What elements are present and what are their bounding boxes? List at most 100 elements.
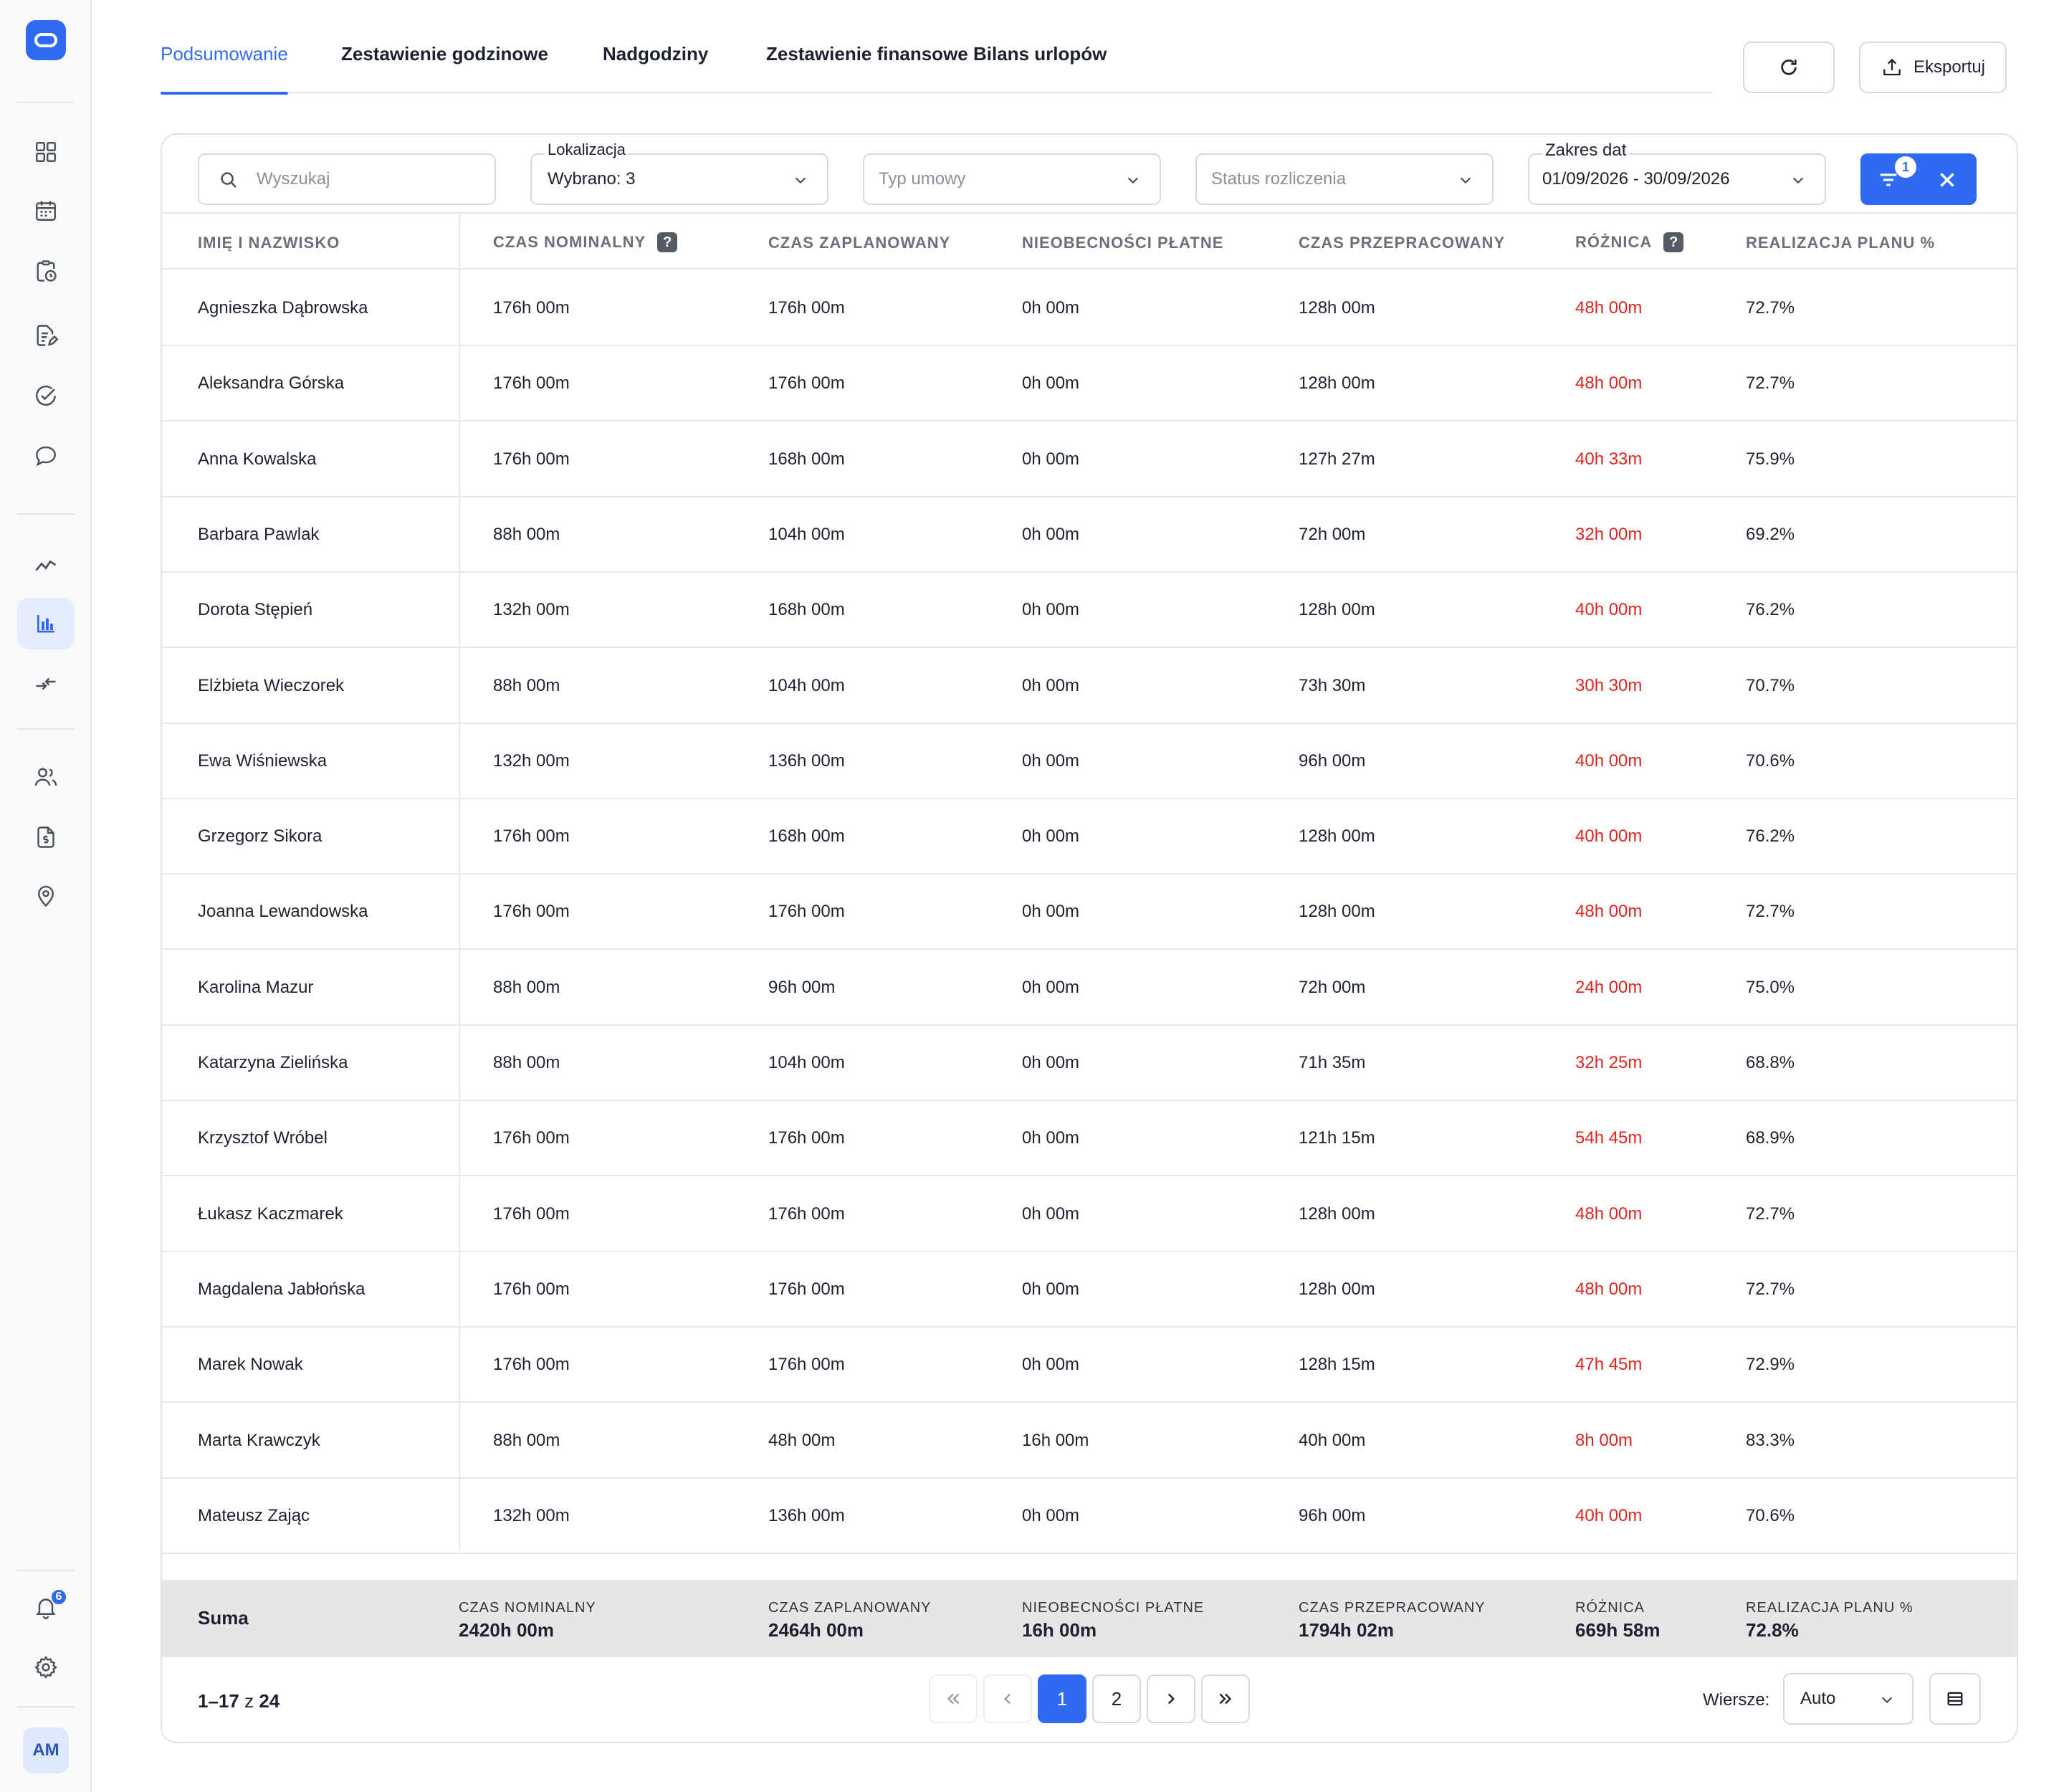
rows-per-page-select[interactable]: Auto — [1783, 1673, 1914, 1725]
pagination-range: 1–17 z 24 — [198, 1690, 280, 1712]
contract-type-select[interactable]: Typ umowy — [863, 153, 1161, 205]
cell-name: Karolina Mazur — [198, 977, 314, 997]
notification-count-badge: 6 — [50, 1588, 67, 1606]
sidebar-item-approvals[interactable] — [17, 370, 75, 421]
sidebar-item-settings[interactable] — [17, 1641, 75, 1693]
table-row[interactable]: Marta Krawczyk 88h 00m 48h 00m 16h 00m 40h 0… — [162, 1403, 2017, 1479]
location-select[interactable]: Lokalizacja Wybrano: 3 — [530, 140, 828, 205]
cell-planned: 176h 00m — [768, 298, 845, 318]
cell-difference: 40h 00m — [1575, 600, 1643, 620]
column-header-paid-absence[interactable]: NIEOBECNOŚCI PŁATNE — [1022, 234, 1223, 252]
cell-plan-realization: 72.7% — [1746, 373, 1795, 394]
sidebar-item-schedule[interactable] — [17, 245, 75, 297]
previous-page-button[interactable] — [983, 1674, 1032, 1723]
sidebar-item-requests[interactable] — [17, 310, 75, 361]
column-header-name[interactable]: IMIĘ I NAZWISKO — [198, 234, 340, 252]
cell-nominal: 88h 00m — [493, 524, 560, 544]
cell-nominal: 176h 00m — [493, 1204, 570, 1224]
column-header-plan-realization[interactable]: REALIZACJA PLANU % — [1746, 234, 1935, 252]
sidebar-item-reports[interactable] — [17, 598, 75, 649]
table-density-button[interactable] — [1929, 1673, 1981, 1725]
table-row[interactable]: Karolina Mazur 88h 00m 96h 00m 0h 00m 72h 00… — [162, 950, 2017, 1026]
table-row[interactable]: Łukasz Kaczmarek 176h 00m 176h 00m 0h 00m 12… — [162, 1177, 2017, 1252]
export-button[interactable]: Eksportuj — [1859, 42, 2007, 93]
page-button-2[interactable]: 2 — [1092, 1674, 1141, 1723]
cell-planned: 176h 00m — [768, 1204, 845, 1224]
table-row[interactable]: Grzegorz Sikora 176h 00m 168h 00m 0h 00m 128… — [162, 799, 2017, 875]
table-row[interactable]: Anna Kowalska 176h 00m 168h 00m 0h 00m 127h … — [162, 422, 2017, 497]
cell-nominal: 132h 00m — [493, 600, 570, 620]
sidebar-item-swaps[interactable] — [17, 658, 75, 710]
table-row[interactable]: Mateusz Zając 132h 00m 136h 00m 0h 00m 96h 0… — [162, 1479, 2017, 1554]
tab-zestawienie-finansowe[interactable]: Zestawienie finansowe — [766, 43, 968, 93]
cell-worked: 128h 00m — [1299, 600, 1375, 620]
search-field[interactable]: Wyszukaj — [198, 153, 496, 205]
upload-export-icon — [1883, 58, 1901, 76]
settlement-status-select[interactable]: Status rozliczenia — [1195, 153, 1494, 205]
sidebar-item-messages[interactable] — [17, 430, 75, 482]
active-filters-button[interactable]: 1 — [1860, 153, 1977, 205]
cell-name: Mateusz Zając — [198, 1505, 310, 1525]
cell-difference: 48h 00m — [1575, 1204, 1643, 1224]
user-avatar[interactable]: AM — [23, 1727, 69, 1773]
tab-zestawienie-godzinowe[interactable]: Zestawienie godzinowe — [341, 43, 548, 93]
tab-podsumowanie[interactable]: Podsumowanie — [161, 43, 288, 95]
location-pin-icon — [38, 885, 54, 907]
date-range-picker[interactable]: Zakres dat 01/09/2026 - 30/09/2026 — [1528, 140, 1826, 205]
table-row[interactable]: Barbara Pawlak 88h 00m 104h 00m 0h 00m 72h 0… — [162, 497, 2017, 573]
table-row[interactable]: Marek Nowak 176h 00m 176h 00m 0h 00m 128h 15… — [162, 1328, 2017, 1403]
cell-name: Krzysztof Wróbel — [198, 1128, 328, 1148]
sidebar-item-employees[interactable] — [17, 751, 75, 803]
table-row[interactable]: Krzysztof Wróbel 176h 00m 176h 00m 0h 00m 12… — [162, 1101, 2017, 1177]
table-row[interactable]: Elżbieta Wieczorek 88h 00m 104h 00m 0h 00m 7… — [162, 649, 2017, 724]
column-header-nominal[interactable]: CZAS NOMINALNY? — [493, 232, 678, 252]
cell-planned: 104h 00m — [768, 1053, 845, 1072]
active-filter-count-badge: 1 — [1895, 156, 1916, 178]
table-row[interactable]: Katarzyna Zielińska 88h 00m 104h 00m 0h 00m… — [162, 1026, 2017, 1101]
column-header-difference[interactable]: RÓŻNICA? — [1575, 232, 1684, 252]
cell-planned: 96h 00m — [768, 977, 836, 997]
sidebar-item-trends[interactable] — [17, 539, 75, 591]
cell-planned: 48h 00m — [768, 1430, 836, 1450]
column-header-worked[interactable]: CZAS PRZEPRACOWANY — [1299, 234, 1505, 252]
last-page-button[interactable] — [1201, 1674, 1250, 1723]
table-row[interactable]: Agnieszka Dąbrowska 176h 00m 176h 00m 0h 00… — [162, 271, 2017, 346]
table-row[interactable]: Ewa Wiśniewska 132h 00m 136h 00m 0h 00m 96h … — [162, 724, 2017, 799]
cell-worked: 96h 00m — [1299, 1505, 1366, 1525]
clear-filters-close-icon[interactable] — [1935, 168, 1959, 192]
cell-difference: 40h 00m — [1575, 1505, 1643, 1525]
table-row[interactable]: Dorota Stępień 132h 00m 168h 00m 0h 00m 128h… — [162, 573, 2017, 649]
table-row[interactable]: Magdalena Jabłońska 176h 00m 176h 00m 0h 00… — [162, 1252, 2017, 1328]
table-rows-icon — [1947, 1692, 1963, 1706]
help-icon[interactable]: ? — [1663, 232, 1684, 252]
help-icon[interactable]: ? — [657, 232, 678, 252]
table-row[interactable]: Aleksandra Górska 176h 00m 176h 00m 0h 00m 1… — [162, 346, 2017, 422]
cell-plan-realization: 70.6% — [1746, 750, 1795, 771]
cell-plan-realization: 70.6% — [1746, 1505, 1795, 1525]
sidebar-item-dashboard[interactable] — [17, 126, 75, 178]
cell-worked: 128h 00m — [1299, 826, 1375, 847]
date-range-value: 01/09/2026 - 30/09/2026 — [1542, 169, 1730, 189]
cell-name: Łukasz Kaczmarek — [198, 1204, 343, 1224]
cell-plan-realization: 83.3% — [1746, 1430, 1795, 1450]
refresh-button[interactable] — [1743, 42, 1835, 93]
sidebar-item-calendar[interactable] — [17, 185, 75, 237]
first-page-button[interactable] — [929, 1674, 978, 1723]
cell-nominal: 176h 00m — [493, 1355, 570, 1375]
cell-name: Grzegorz Sikora — [198, 826, 322, 847]
date-range-label: Zakres dat — [1542, 140, 1630, 161]
tab-nadgodziny[interactable]: Nadgodziny — [603, 43, 708, 93]
sidebar-item-notifications[interactable]: 6 — [17, 1581, 75, 1633]
sidebar-item-payroll[interactable] — [17, 811, 75, 863]
cell-paid-absence: 0h 00m — [1022, 675, 1080, 695]
app-logo-icon[interactable] — [26, 20, 66, 60]
tab-bilans-urlopow[interactable]: Bilans urlopów — [973, 43, 1107, 93]
summary-report-card: Wyszukaj Lokalizacja Wybrano: 3 Typ umow… — [161, 133, 2018, 1743]
column-header-planned[interactable]: CZAS ZAPLANOWANY — [768, 234, 950, 252]
cell-paid-absence: 0h 00m — [1022, 298, 1080, 318]
summary-planned: CZAS ZAPLANOWANY 2464h 00m — [768, 1600, 932, 1641]
page-button-1[interactable]: 1 — [1038, 1674, 1086, 1723]
next-page-button[interactable] — [1147, 1674, 1195, 1723]
sidebar-item-locations[interactable] — [17, 870, 75, 922]
table-row[interactable]: Joanna Lewandowska 176h 00m 176h 00m 0h 00m… — [162, 874, 2017, 950]
